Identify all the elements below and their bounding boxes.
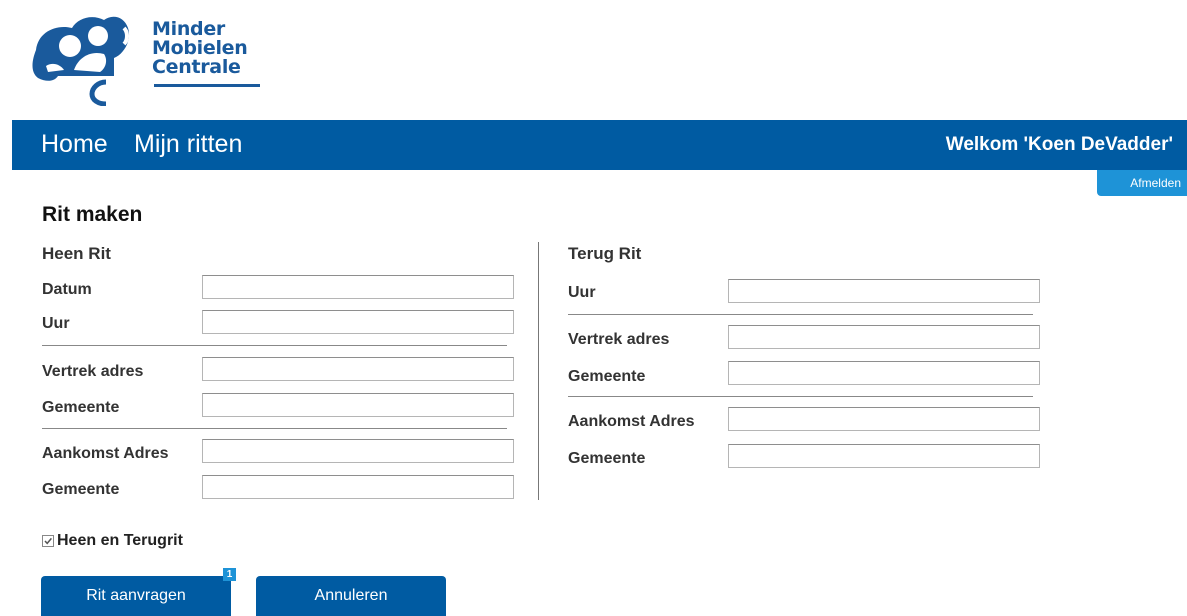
return-title: Terug Rit bbox=[568, 244, 642, 263]
outbound-title: Heen Rit bbox=[42, 244, 111, 263]
outbound-arrival-city-input[interactable] bbox=[202, 475, 514, 499]
checkmark-icon bbox=[44, 537, 52, 545]
return-arrival-input[interactable] bbox=[728, 407, 1040, 431]
outbound-arrival-input[interactable] bbox=[202, 439, 514, 463]
brand-name: Minder Mobielen Centrale bbox=[152, 20, 248, 77]
return-divider bbox=[568, 396, 1033, 397]
outbound-time-input[interactable] bbox=[202, 310, 514, 334]
page-title: Rit maken bbox=[42, 203, 143, 226]
return-departure-city-label: Gemeente bbox=[568, 368, 646, 385]
return-time-input[interactable] bbox=[728, 279, 1040, 303]
outbound-divider bbox=[42, 345, 507, 346]
outbound-arrival-city-label: Gemeente bbox=[42, 481, 120, 498]
round-trip-option[interactable]: Heen en Terugrit bbox=[42, 532, 183, 550]
nav-home-link[interactable]: Home bbox=[41, 130, 108, 159]
logo: Minder Mobielen Centrale bbox=[28, 10, 260, 106]
request-ride-button[interactable]: Rit aanvragen bbox=[41, 576, 231, 616]
nav-my-rides-link[interactable]: Mijn ritten bbox=[134, 130, 242, 159]
return-departure-city-input[interactable] bbox=[728, 361, 1040, 385]
column-divider bbox=[538, 242, 539, 500]
notification-badge: 1 bbox=[223, 568, 236, 581]
outbound-arrival-label: Aankomst Adres bbox=[42, 445, 169, 462]
round-trip-checkbox[interactable] bbox=[42, 535, 54, 547]
return-departure-label: Vertrek adres bbox=[568, 331, 670, 348]
return-arrival-city-input[interactable] bbox=[728, 444, 1040, 468]
outbound-date-input[interactable] bbox=[202, 275, 514, 299]
outbound-departure-label: Vertrek adres bbox=[42, 363, 144, 380]
round-trip-label: Heen en Terugrit bbox=[57, 532, 183, 549]
outbound-date-label: Datum bbox=[42, 281, 92, 298]
return-divider bbox=[568, 314, 1033, 315]
top-navbar: Home Mijn ritten Welkom 'Koen DeVadder' bbox=[12, 120, 1187, 170]
outbound-time-label: Uur bbox=[42, 315, 70, 332]
outbound-divider bbox=[42, 428, 507, 429]
logo-mark-icon bbox=[32, 16, 130, 106]
return-departure-input[interactable] bbox=[728, 325, 1040, 349]
logout-button[interactable]: Afmelden bbox=[1097, 170, 1187, 196]
return-arrival-label: Aankomst Adres bbox=[568, 413, 695, 430]
return-arrival-city-label: Gemeente bbox=[568, 450, 646, 467]
return-time-label: Uur bbox=[568, 284, 596, 301]
outbound-departure-input[interactable] bbox=[202, 357, 514, 381]
outbound-departure-city-input[interactable] bbox=[202, 393, 514, 417]
outbound-departure-city-label: Gemeente bbox=[42, 399, 120, 416]
brand-line-3: Centrale bbox=[152, 56, 241, 78]
brand-underline bbox=[154, 84, 260, 87]
cancel-button[interactable]: Annuleren bbox=[256, 576, 446, 616]
welcome-text: Welkom 'Koen DeVadder' bbox=[945, 134, 1173, 155]
